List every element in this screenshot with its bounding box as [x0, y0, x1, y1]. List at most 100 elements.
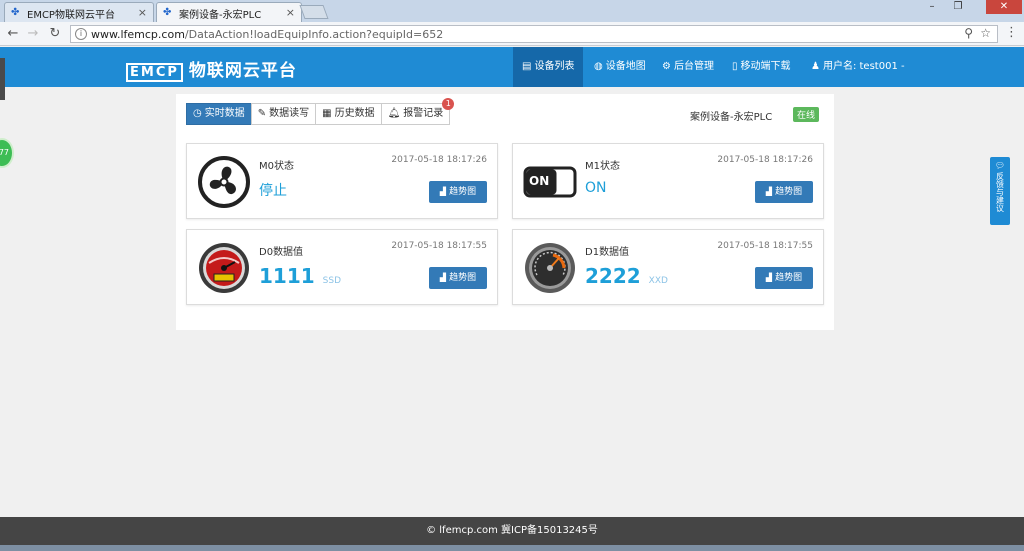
- data-point-name: M0状态: [259, 161, 294, 172]
- data-value-row: 2222 XXD: [585, 264, 668, 288]
- close-tab-icon[interactable]: ×: [138, 6, 147, 19]
- url-path: /DataAction!loadEquipInfo.action?equipId…: [184, 28, 444, 41]
- page-info-icon[interactable]: i: [75, 28, 87, 40]
- reload-icon[interactable]: ↻: [46, 25, 64, 43]
- data-value-row: 1111 SSD: [259, 264, 341, 288]
- nav-mobile-download[interactable]: ▯ 移动端下载: [723, 47, 800, 87]
- data-point-name: M1状态: [585, 161, 620, 172]
- chart-icon: ▟: [765, 187, 773, 196]
- data-point-name: D0数据值: [259, 247, 304, 258]
- nav-label: 用户名: test001 -: [822, 61, 905, 72]
- nav-user-menu[interactable]: ♟ 用户名: test001 -: [802, 47, 914, 87]
- browser-menu-icon[interactable]: ⋮: [1005, 25, 1018, 40]
- data-value: ON: [585, 180, 607, 196]
- data-timestamp: 2017-05-18 18:17:55: [717, 241, 813, 251]
- browser-tab-emcp[interactable]: ✤ EMCP物联网云平台 ×: [4, 2, 154, 22]
- url-host: www.lfemcp.com: [91, 28, 185, 41]
- bookmark-star-icon[interactable]: ☆: [980, 26, 991, 40]
- data-point-name: D1数据值: [585, 247, 630, 258]
- data-unit: SSD: [322, 276, 342, 286]
- site-header: EMCP 物联网云平台 ▤ 设备列表 ◍ 设备地图 ⚙ 后台管理 ▯ 移动端下载 ♟ 用户名…: [0, 47, 1024, 87]
- button-label: 趋势图: [449, 187, 477, 197]
- nav-device-map[interactable]: ◍ 设备地图: [585, 47, 655, 87]
- url-input[interactable]: i www.lfemcp.com/DataAction!loadEquipInf…: [70, 25, 998, 43]
- tab-history-data[interactable]: ▦ 历史数据: [315, 103, 382, 125]
- alarm-count-badge: 1: [442, 98, 455, 110]
- data-timestamp: 2017-05-18 18:17:26: [717, 155, 813, 165]
- data-card-m0: M0状态 2017-05-18 18:17:26 停止 ▟ 趋势图: [186, 143, 498, 219]
- tab-label: 报警记录: [403, 108, 444, 119]
- data-unit: XXD: [648, 276, 668, 286]
- logo-text: 物联网云平台: [188, 61, 297, 81]
- close-tab-icon[interactable]: ×: [286, 6, 295, 19]
- trend-chart-button[interactable]: ▟ 趋势图: [755, 267, 813, 289]
- logo-mark: EMCP: [126, 63, 183, 82]
- left-edge-handle[interactable]: [0, 58, 5, 100]
- data-card-d0: D0数据值 2017-05-18 18:17:55 1111 SSD ▟ 趋势图: [186, 229, 498, 305]
- button-label: 趋势图: [775, 187, 803, 197]
- back-arrow-icon[interactable]: ←: [4, 25, 22, 43]
- restore-window-button[interactable]: ❐: [946, 0, 970, 14]
- site-footer: © lfemcp.com 冀ICP备15013245号: [0, 517, 1024, 545]
- feedback-label: 反馈与建议: [995, 172, 1005, 212]
- trend-chart-button[interactable]: ▟ 趋势图: [429, 267, 487, 289]
- tab-label: 历史数据: [334, 108, 375, 119]
- list-icon: ▤: [522, 61, 532, 72]
- status-badge: 在线: [793, 107, 820, 122]
- user-icon: ♟: [811, 61, 820, 72]
- os-taskbar: [0, 545, 1024, 551]
- copyright-icon: ©: [426, 525, 437, 536]
- data-timestamp: 2017-05-18 18:17:26: [391, 155, 487, 165]
- address-bar: ← → ↻ i www.lfemcp.com/DataAction!loadEq…: [0, 22, 1024, 46]
- tab-realtime-data[interactable]: ◷ 实时数据: [186, 103, 252, 125]
- nav-label: 设备地图: [605, 61, 646, 72]
- browser-tab-title: 案例设备-永宏PLC: [179, 10, 262, 21]
- emcp-favicon-icon: ✤: [11, 7, 20, 18]
- new-tab-button[interactable]: [299, 5, 329, 19]
- close-window-button[interactable]: ✕: [986, 0, 1022, 14]
- tab-data-read-write[interactable]: ✎ 数据读写: [250, 103, 317, 125]
- nav-label: 设备列表: [534, 61, 575, 72]
- data-value: 2222: [585, 264, 641, 288]
- cogs-icon: ⚙: [662, 61, 671, 72]
- view-tab-group: ◷ 实时数据 ✎ 数据读写 ▦ 历史数据 🔔︎ 报警记录 1: [186, 98, 455, 125]
- browser-tab-device[interactable]: ✤ 案例设备-永宏PLC ×: [156, 2, 302, 22]
- data-value: 停止: [259, 183, 287, 199]
- tab-label: 数据读写: [269, 108, 310, 119]
- bell-icon: 🔔︎: [387, 108, 401, 119]
- trend-chart-button[interactable]: ▟ 趋势图: [755, 181, 813, 203]
- device-name: 案例设备-永宏PLC: [690, 112, 773, 123]
- feedback-button[interactable]: 💬︎ 反馈与建议: [990, 157, 1010, 225]
- data-card-d1: D1数据值 2017-05-18 18:17:55 2222 XXD ▟ 趋势图: [512, 229, 824, 305]
- site-logo[interactable]: EMCP 物联网云平台: [126, 56, 297, 82]
- pencil-icon: ✎: [257, 108, 267, 119]
- globe-icon: ◍: [594, 61, 603, 72]
- gray-gauge-icon: [523, 241, 577, 295]
- nav-label: 移动端下载: [740, 61, 791, 72]
- forward-arrow-icon[interactable]: →: [24, 25, 42, 43]
- nav-label: 后台管理: [673, 61, 714, 72]
- tab-label: 实时数据: [204, 108, 245, 119]
- nav-device-list[interactable]: ▤ 设备列表: [513, 47, 584, 87]
- url-text: www.lfemcp.com/DataAction!loadEquipInfo.…: [91, 28, 443, 41]
- zoom-magnifier-icon[interactable]: ⚲: [964, 26, 973, 40]
- button-label: 趋势图: [449, 273, 477, 283]
- minimize-window-button[interactable]: –: [920, 0, 944, 14]
- device-panel: ◷ 实时数据 ✎ 数据读写 ▦ 历史数据 🔔︎ 报警记录 1 案例设备-永宏PLC 在线…: [176, 94, 834, 330]
- fan-icon: [197, 155, 251, 209]
- clock-icon: ◷: [193, 108, 202, 119]
- nav-admin[interactable]: ⚙ 后台管理: [653, 47, 723, 87]
- table-icon: ▦: [322, 108, 332, 119]
- chart-icon: ▟: [765, 273, 773, 282]
- trend-chart-button[interactable]: ▟ 趋势图: [429, 181, 487, 203]
- chart-icon: ▟: [439, 187, 447, 196]
- footer-text: lfemcp.com 冀ICP备15013245号: [439, 525, 598, 536]
- data-timestamp: 2017-05-18 18:17:55: [391, 241, 487, 251]
- tab-alarm-records[interactable]: 🔔︎ 报警记录 1: [380, 98, 455, 125]
- switch-state-text: ON: [529, 174, 550, 188]
- data-value: 1111: [259, 264, 315, 288]
- emcp-favicon-icon: ✤: [163, 7, 172, 18]
- left-float-badge[interactable]: 77: [0, 138, 14, 168]
- red-gauge-icon: [197, 241, 251, 295]
- button-label: 趋势图: [775, 273, 803, 283]
